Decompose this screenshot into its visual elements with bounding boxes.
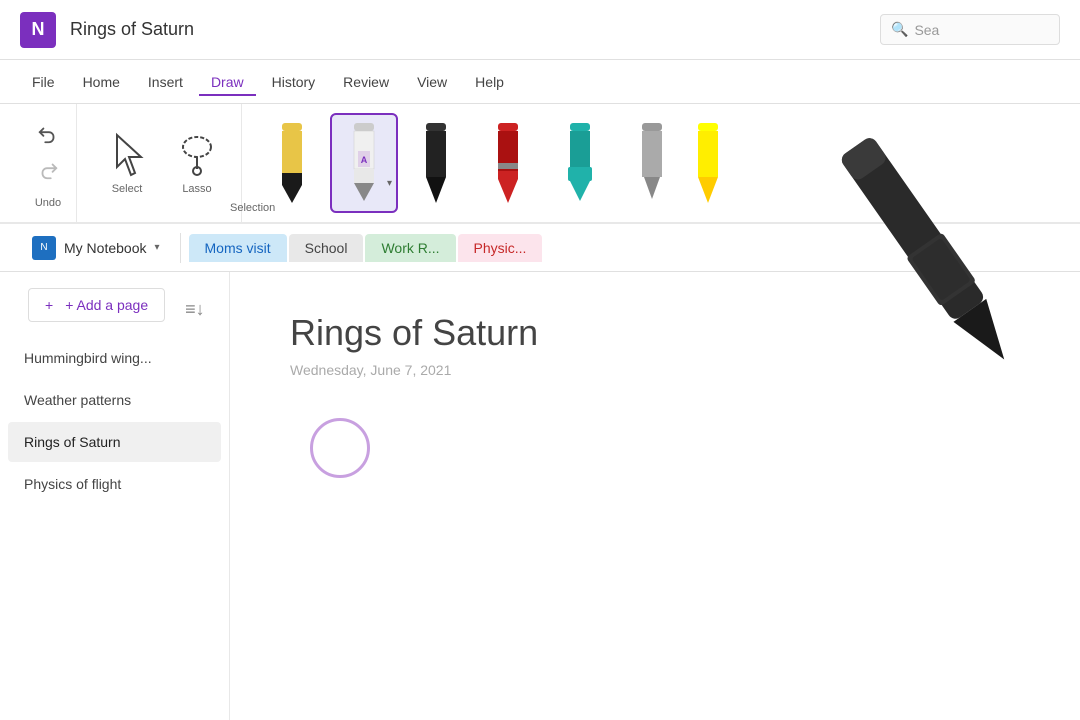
- notebook-tabs: Moms visit School Work R... Physic...: [189, 234, 543, 262]
- pen-3-icon: [422, 123, 450, 203]
- search-box[interactable]: 🔍 Sea: [880, 14, 1060, 45]
- notebook-selector[interactable]: N My Notebook ▾: [20, 228, 172, 268]
- tab-moms-visit[interactable]: Moms visit: [189, 234, 287, 262]
- undo-label: Undo: [35, 197, 61, 209]
- select-label: Select: [112, 183, 143, 195]
- sidebar: + + Add a page ≡↓ Hummingbird wing... We…: [0, 272, 230, 720]
- redo-button[interactable]: [32, 154, 64, 186]
- pen-tool-3[interactable]: [402, 113, 470, 213]
- onenote-logo: N: [20, 12, 56, 48]
- search-placeholder: Sea: [914, 22, 939, 38]
- menu-file[interactable]: File: [20, 68, 67, 96]
- svg-text:A: A: [361, 155, 368, 165]
- page-item-weather[interactable]: Weather patterns: [8, 380, 221, 420]
- menu-insert[interactable]: Insert: [136, 68, 195, 96]
- pen-tool-6[interactable]: [618, 113, 686, 213]
- lasso-label: Lasso: [182, 183, 211, 195]
- pen-2-icon: A: [350, 123, 378, 203]
- tab-school[interactable]: School: [289, 234, 364, 262]
- page-item-physics[interactable]: Physics of flight: [8, 464, 221, 504]
- pen-dropdown-arrow: ▾: [387, 178, 392, 189]
- page-date: Wednesday, June 7, 2021: [290, 362, 1020, 378]
- page-item-hummingbird[interactable]: Hummingbird wing...: [8, 338, 221, 378]
- pen-tool-7[interactable]: [690, 113, 726, 213]
- menu-draw[interactable]: Draw: [199, 68, 256, 96]
- content-area: Rings of Saturn Wednesday, June 7, 2021: [230, 272, 1080, 720]
- search-icon: 🔍: [891, 21, 908, 38]
- pen-tool-4[interactable]: [474, 113, 542, 213]
- page-list-header: + + Add a page ≡↓: [0, 284, 229, 338]
- pen-tools: A ▾: [250, 104, 734, 222]
- lasso-tool[interactable]: Lasso: [169, 127, 225, 199]
- add-page-button[interactable]: + + Add a page: [28, 288, 165, 322]
- notebook-name: My Notebook: [64, 240, 146, 256]
- menu-home[interactable]: Home: [71, 68, 132, 96]
- pen-5-icon: [566, 123, 594, 203]
- app-title: Rings of Saturn: [70, 19, 880, 40]
- pen-1-icon: [278, 123, 306, 203]
- page-title: Rings of Saturn: [290, 312, 1020, 354]
- undo-group: Undo: [20, 104, 77, 222]
- tab-physics[interactable]: Physic...: [458, 234, 543, 262]
- pen-6-icon: [638, 123, 666, 203]
- lasso-icon: [177, 131, 217, 179]
- menu-help[interactable]: Help: [463, 68, 516, 96]
- tab-separator: [180, 233, 181, 263]
- sort-icon[interactable]: ≡↓: [185, 299, 205, 320]
- pen-7-icon: [694, 123, 722, 203]
- menu-view[interactable]: View: [405, 68, 459, 96]
- menu-review[interactable]: Review: [331, 68, 401, 96]
- notebook-chevron-icon: ▾: [154, 242, 159, 253]
- pen-tool-1[interactable]: [258, 113, 326, 213]
- drawing-decoration: [310, 418, 370, 478]
- cursor-icon: [109, 131, 145, 179]
- pen-4-icon: [494, 123, 522, 203]
- pen-tool-2[interactable]: A ▾: [330, 113, 398, 213]
- undo-redo-group: [32, 118, 64, 186]
- undo-button[interactable]: [32, 118, 64, 150]
- page-item-saturn[interactable]: Rings of Saturn: [8, 422, 221, 462]
- notebook-section: N My Notebook ▾ Moms visit School Work R…: [0, 224, 1080, 272]
- menu-history[interactable]: History: [260, 68, 328, 96]
- tab-work[interactable]: Work R...: [365, 234, 455, 262]
- title-bar: N Rings of Saturn 🔍 Sea: [0, 0, 1080, 60]
- add-page-plus-icon: +: [45, 297, 53, 313]
- select-tool[interactable]: Select: [101, 127, 153, 199]
- add-page-label: + Add a page: [65, 297, 148, 313]
- pen-tool-5[interactable]: [546, 113, 614, 213]
- main-content: + + Add a page ≡↓ Hummingbird wing... We…: [0, 272, 1080, 720]
- menu-bar: File Home Insert Draw History Review Vie…: [0, 60, 1080, 104]
- toolbar: Undo Select Lasso Selection: [0, 104, 1080, 224]
- selection-group: Select Lasso Selection: [85, 104, 242, 222]
- notebook-icon: N: [32, 236, 56, 260]
